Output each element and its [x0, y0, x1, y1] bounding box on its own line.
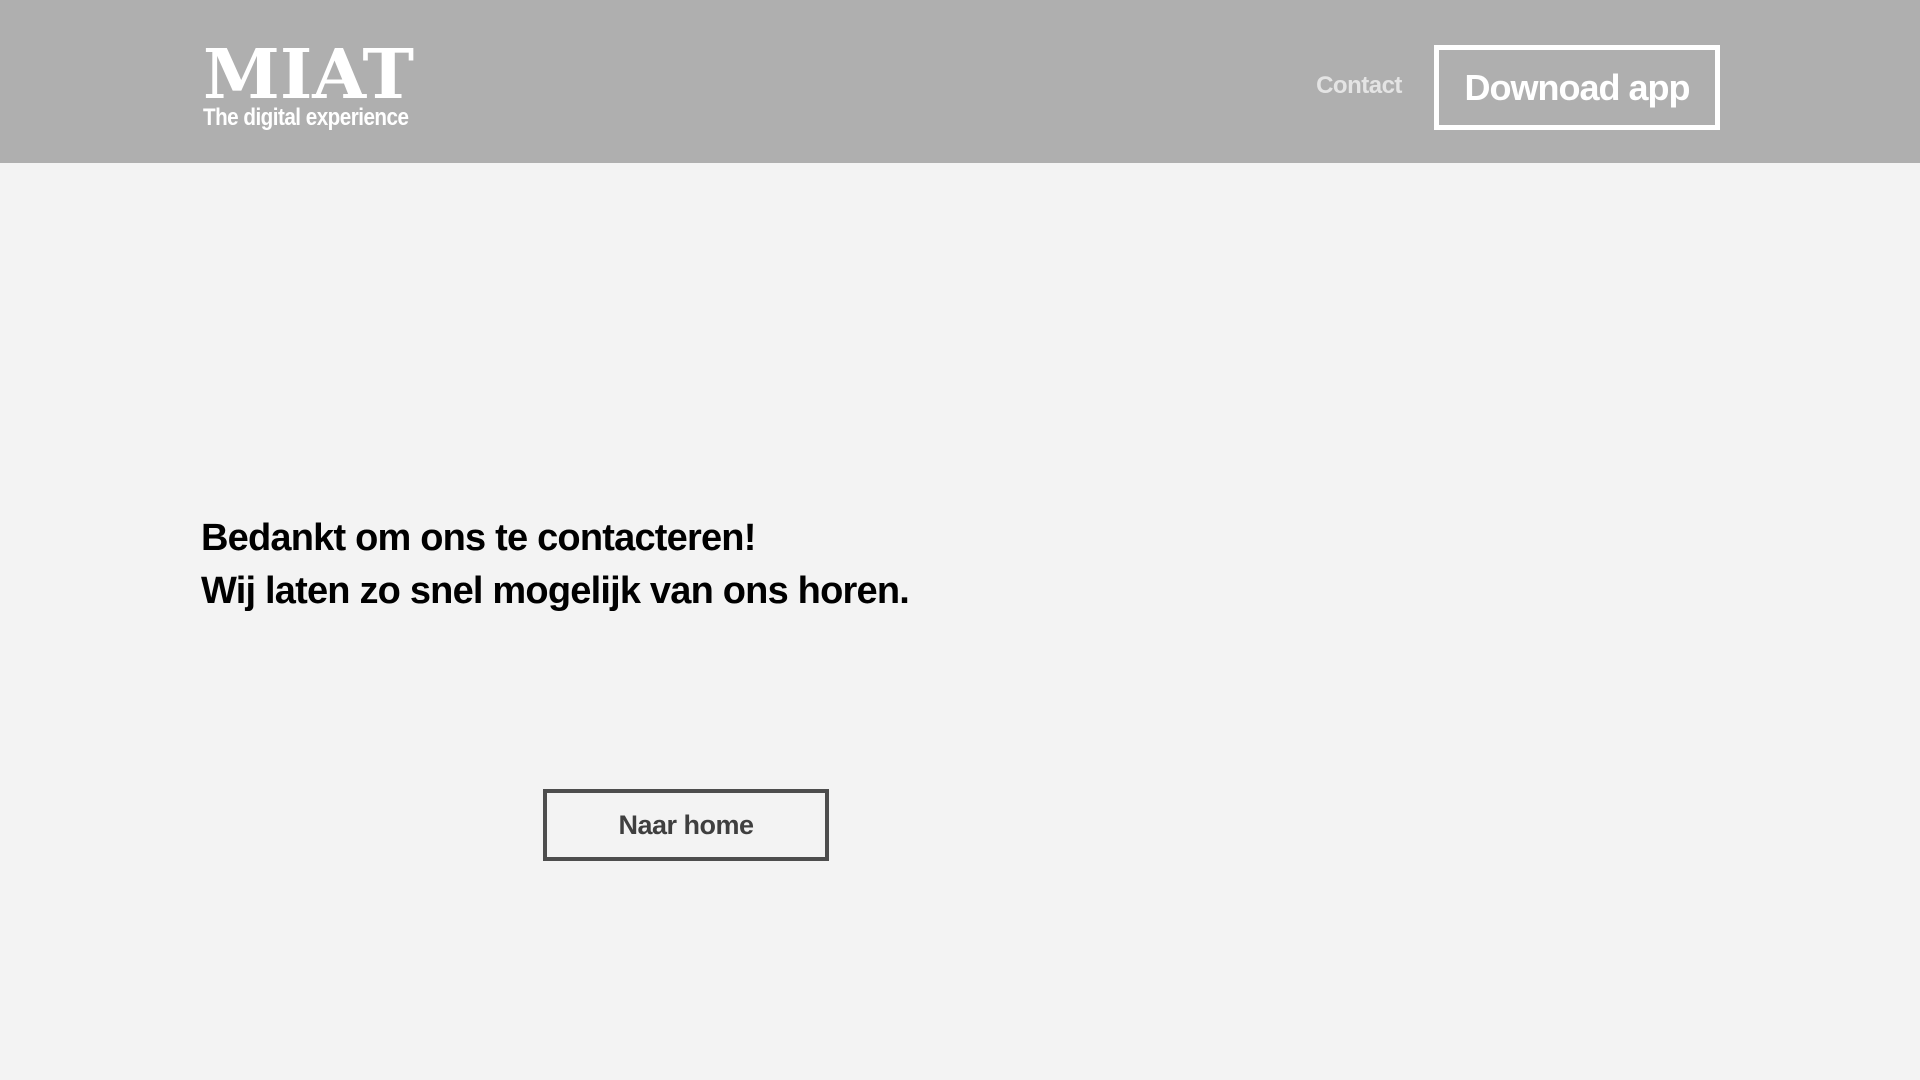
nav-link-contact[interactable]: Contact	[1300, 72, 1418, 100]
logo-wordmark: MIAT	[203, 42, 414, 104]
message-line-2: Wij laten zo snel mogelijk van ons horen…	[201, 570, 910, 612]
logo-title: MIAT	[203, 42, 414, 104]
download-app-button[interactable]: Downoad app	[1434, 45, 1720, 130]
logo-tagline: The digital experience	[203, 104, 409, 131]
home-button[interactable]: Naar home	[543, 789, 829, 861]
miat-logo[interactable]: MIAT The digital experience	[203, 42, 418, 134]
message-line-1: Bedankt om ons te contacteren!	[201, 517, 756, 559]
thank-you-message: Bedankt om ons te contacteren! Wij laten…	[201, 512, 910, 618]
site-header: MIAT The digital experience Contact Down…	[0, 0, 1920, 163]
